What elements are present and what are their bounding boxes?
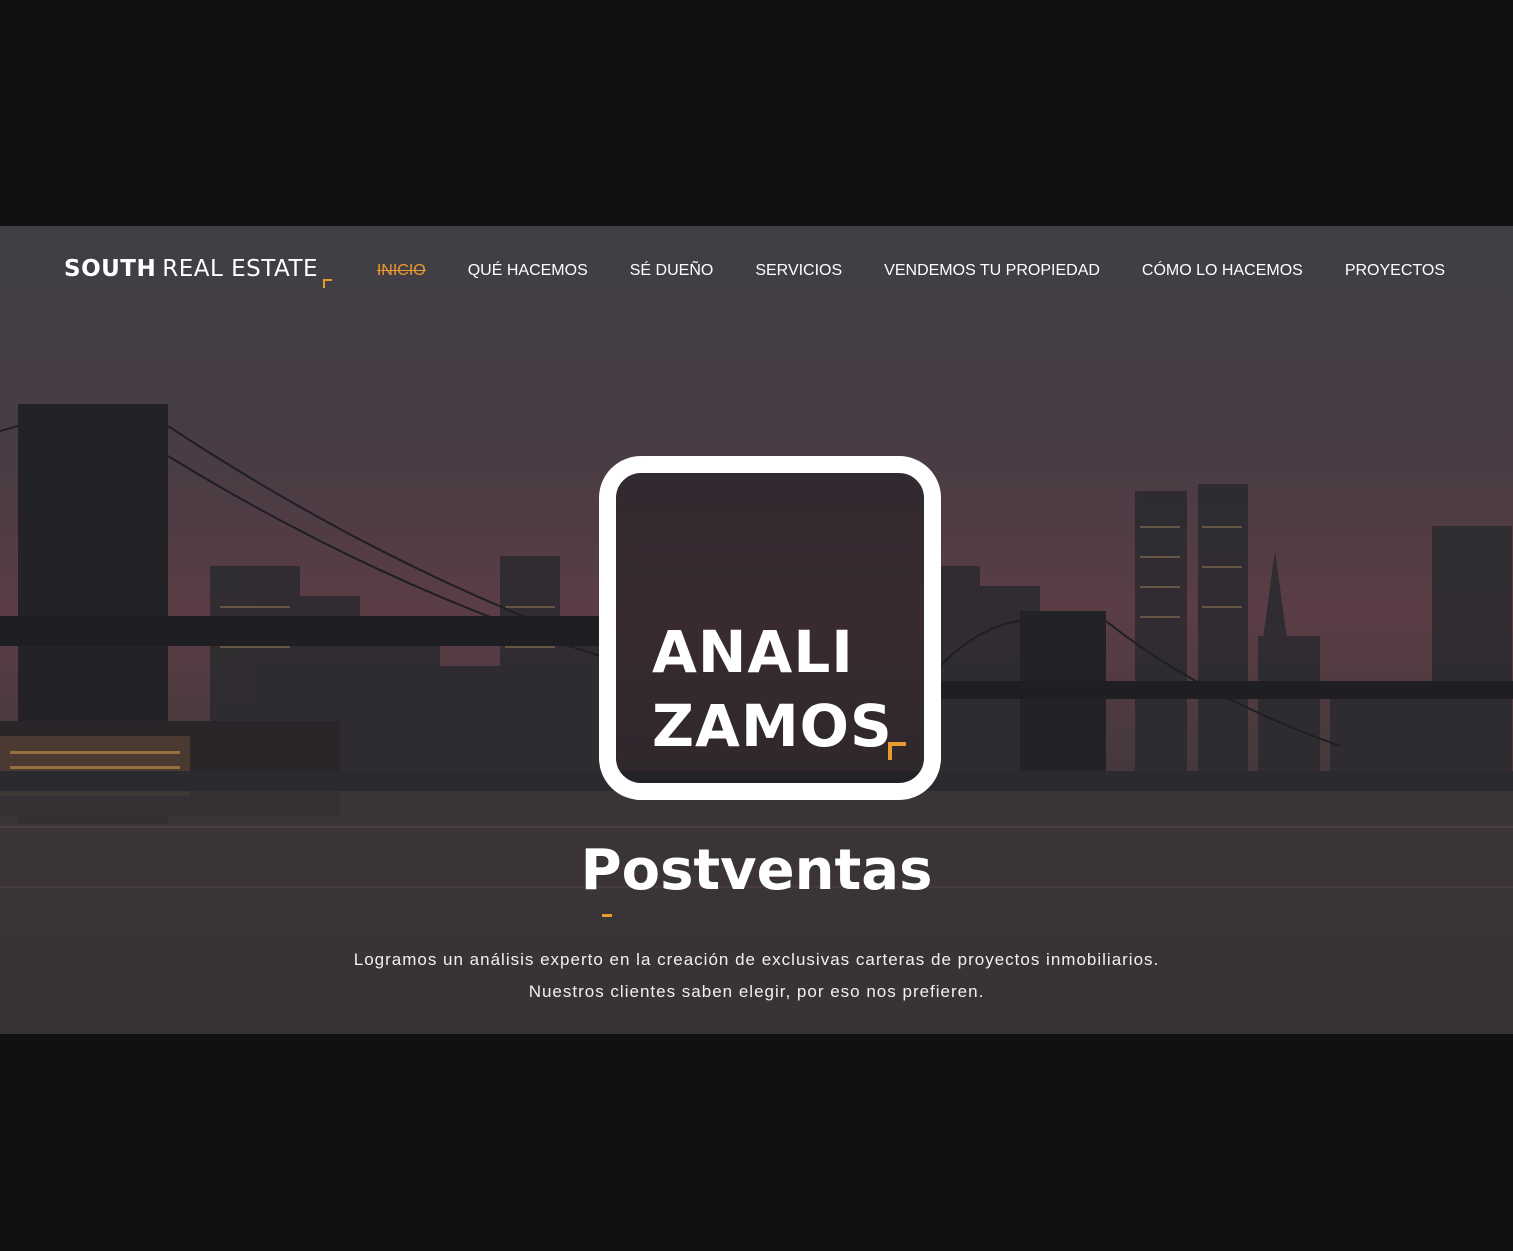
top-navigation: SOUTH REAL ESTATE INICIO QUÉ HACEMOS SÉ D… <box>0 226 1513 322</box>
badge-corner-icon <box>888 742 906 760</box>
brand-name-bold: SOUTH <box>64 256 157 282</box>
nav-item-inicio[interactable]: INICIO <box>377 262 426 280</box>
brand-name-light: REAL ESTATE <box>162 256 319 282</box>
main-menu: INICIO QUÉ HACEMOS SÉ DUEÑO SERVICIOS VE… <box>377 262 1445 280</box>
analizamos-badge: ANALI ZAMOS <box>599 456 941 800</box>
hero-description: Logramos un análisis experto en la creac… <box>0 944 1513 1008</box>
nav-item-proyectos[interactable]: PROYECTOS <box>1345 262 1445 280</box>
brand-corner-icon <box>323 279 333 288</box>
headline-accent-divider <box>602 914 612 917</box>
description-line-2: Nuestros clientes saben elegir, por eso … <box>528 982 985 1001</box>
nav-item-que-hacemos[interactable]: QUÉ HACEMOS <box>468 262 588 280</box>
nav-item-servicios[interactable]: SERVICIOS <box>755 262 842 280</box>
description-line-1: Logramos un análisis experto en la creac… <box>353 950 1160 969</box>
hero-headline: Postventas <box>580 838 933 903</box>
nav-item-vendemos-tu-propiedad[interactable]: VENDEMOS TU PROPIEDAD <box>884 262 1100 280</box>
brand-logo[interactable]: SOUTH REAL ESTATE <box>64 256 333 288</box>
badge-text: ANALI ZAMOS <box>652 618 893 760</box>
hero-section: SOUTH REAL ESTATE INICIO QUÉ HACEMOS SÉ D… <box>0 226 1513 1034</box>
nav-item-como-lo-hacemos[interactable]: CÓMO LO HACEMOS <box>1142 262 1303 280</box>
nav-item-se-dueno[interactable]: SÉ DUEÑO <box>630 262 714 280</box>
